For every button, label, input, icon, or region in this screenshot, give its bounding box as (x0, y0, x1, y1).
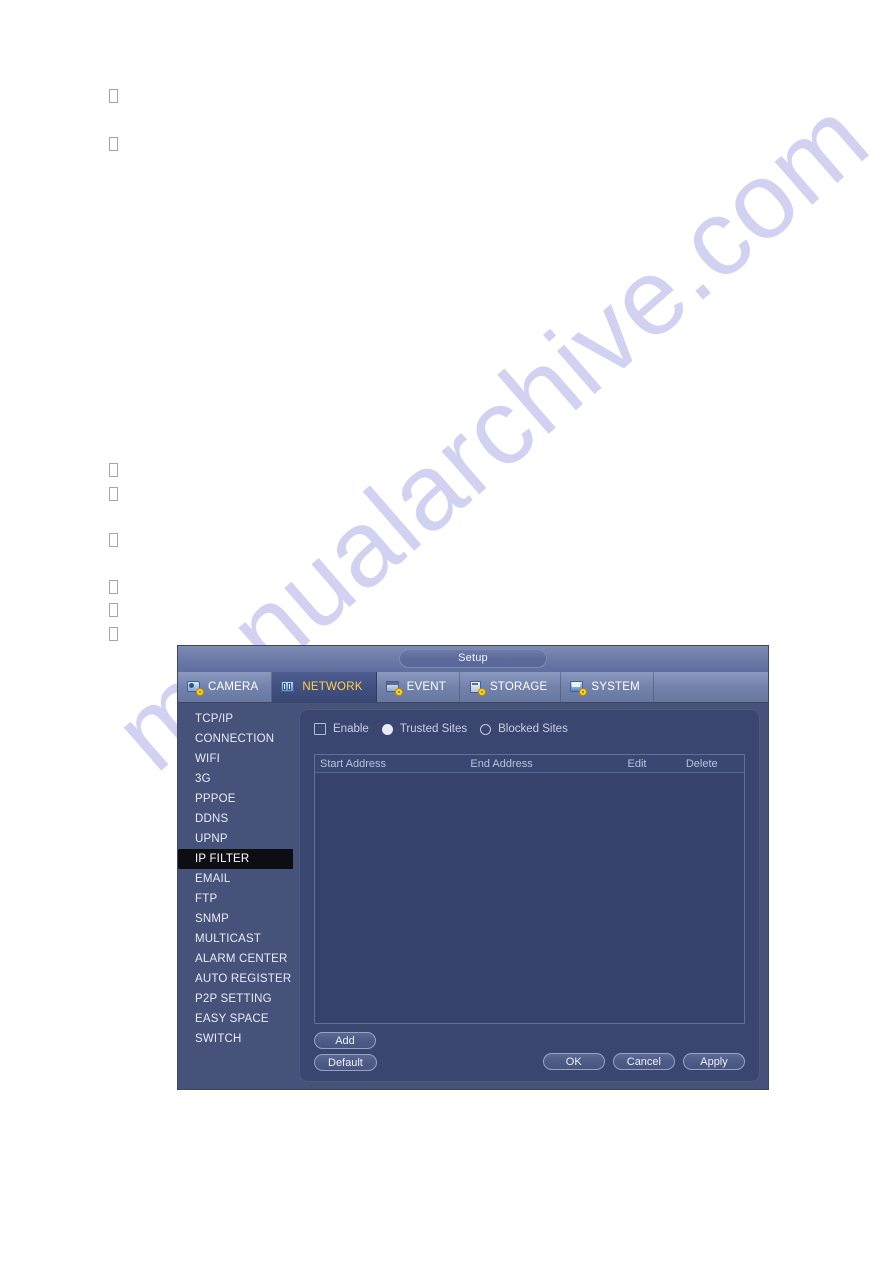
event-icon (385, 680, 403, 696)
tab-storage-label: STORAGE (489, 681, 548, 693)
storage-icon (469, 680, 486, 696)
tab-system[interactable]: SYSTEM (561, 672, 654, 702)
sidebar-item-label: 3G (195, 773, 211, 785)
sidebar-item-switch[interactable]: SWITCH (178, 1029, 293, 1049)
sidebar-item-p2p-setting[interactable]: P2P SETTING (178, 989, 293, 1009)
bullet-glyph (109, 89, 118, 103)
content-panel: Enable Trusted Sites Blocked Sites Start… (299, 709, 760, 1082)
setup-dialog: Setup CAMERA NETWORK EVENT STORAGE SYSTE… (178, 646, 768, 1089)
document-page: manualarchive.com Setup CAMERA NETWORK E… (0, 0, 893, 1263)
sidebar-item-easy-space[interactable]: EASY SPACE (178, 1009, 293, 1029)
column-header-start-address: Start Address (320, 757, 387, 770)
bullet-glyph (109, 580, 118, 594)
bullet-glyph (109, 533, 118, 547)
sidebar-item-email[interactable]: EMAIL (178, 869, 293, 889)
table-header-row: Start Address End Address Edit Delete (315, 755, 744, 773)
sidebar-item-label: ALARM CENTER (195, 953, 288, 965)
dialog-titlebar: Setup (178, 646, 768, 672)
bullet-glyph (109, 487, 118, 501)
sidebar-item-label: FTP (195, 893, 218, 905)
tab-network[interactable]: NETWORK (272, 672, 377, 702)
tab-camera[interactable]: CAMERA (178, 672, 273, 702)
sidebar-item-label: SNMP (195, 913, 230, 925)
sidebar-item-auto-register[interactable]: AUTO REGISTER (178, 969, 293, 989)
sidebar: TCP/IP CONNECTION WIFI 3G PPPOE DDNS UPN… (178, 703, 293, 1089)
sidebar-item-label: MULTICAST (195, 933, 262, 945)
sidebar-item-tcpip[interactable]: TCP/IP (178, 709, 293, 729)
tab-system-label: SYSTEM (591, 681, 640, 693)
system-icon (570, 680, 588, 696)
blocked-sites-label: Blocked Sites (498, 723, 568, 735)
trusted-sites-label: Trusted Sites (399, 723, 468, 735)
column-header-end-address: End Address (470, 757, 533, 770)
tab-camera-label: CAMERA (208, 681, 259, 693)
enable-checkbox[interactable] (314, 723, 326, 735)
ok-button[interactable]: OK (542, 1053, 605, 1070)
ip-filter-table[interactable]: Start Address End Address Edit Delete (314, 754, 745, 1024)
tab-storage[interactable]: STORAGE (460, 672, 562, 702)
dialog-title: Setup (399, 649, 547, 668)
sidebar-item-ftp[interactable]: FTP (178, 889, 293, 909)
sidebar-item-label: SWITCH (195, 1033, 242, 1045)
trusted-sites-radio[interactable] (381, 723, 393, 735)
tab-strip-filler (654, 672, 768, 702)
sidebar-item-label: UPNP (195, 833, 228, 845)
network-icon (281, 680, 297, 695)
sidebar-item-label: PPPOE (195, 793, 236, 805)
sidebar-item-upnp[interactable]: UPNP (178, 829, 293, 849)
tab-strip: CAMERA NETWORK EVENT STORAGE SYSTEM (178, 672, 768, 703)
blocked-sites-radio[interactable] (480, 723, 492, 735)
dialog-body: TCP/IP CONNECTION WIFI 3G PPPOE DDNS UPN… (178, 703, 768, 1089)
default-button[interactable]: Default (314, 1054, 377, 1071)
tab-network-label: NETWORK (302, 681, 363, 693)
apply-button[interactable]: Apply (683, 1053, 745, 1070)
enable-label: Enable (333, 723, 369, 735)
sidebar-item-pppoe[interactable]: PPPOE (178, 789, 293, 809)
sidebar-item-connection[interactable]: CONNECTION (178, 729, 293, 749)
sidebar-item-snmp[interactable]: SNMP (178, 909, 293, 929)
sidebar-item-label: EASY SPACE (195, 1013, 269, 1025)
sidebar-item-ddns[interactable]: DDNS (178, 809, 293, 829)
bullet-glyph (109, 463, 118, 477)
cancel-button[interactable]: Cancel (612, 1053, 675, 1070)
column-header-delete: Delete (685, 757, 718, 770)
bullet-glyph (109, 137, 118, 151)
camera-icon (187, 680, 204, 696)
sidebar-item-multicast[interactable]: MULTICAST (178, 929, 293, 949)
add-button[interactable]: Add (314, 1032, 376, 1049)
sidebar-item-wifi[interactable]: WIFI (178, 749, 293, 769)
sidebar-item-3g[interactable]: 3G (178, 769, 293, 789)
bullet-glyph (109, 603, 118, 617)
column-header-edit: Edit (627, 757, 647, 770)
tab-event[interactable]: EVENT (377, 672, 460, 702)
sidebar-item-label: WIFI (195, 753, 221, 765)
sidebar-item-alarm-center[interactable]: ALARM CENTER (178, 949, 293, 969)
table-body-empty (315, 773, 744, 1024)
bullet-glyph (109, 627, 118, 641)
sidebar-item-label: AUTO REGISTER (195, 973, 292, 985)
sidebar-item-label: IP FILTER (195, 853, 250, 865)
sidebar-item-label: TCP/IP (195, 713, 234, 725)
tab-event-label: EVENT (406, 681, 446, 693)
sidebar-item-label: EMAIL (195, 873, 231, 885)
sidebar-item-label: DDNS (195, 813, 229, 825)
dialog-footer: Default OK Cancel Apply (300, 1053, 759, 1071)
filter-options-row: Enable Trusted Sites Blocked Sites (300, 710, 759, 735)
sidebar-item-ip-filter[interactable]: IP FILTER (178, 849, 293, 869)
sidebar-item-label: P2P SETTING (195, 993, 272, 1005)
sidebar-item-label: CONNECTION (195, 733, 275, 745)
